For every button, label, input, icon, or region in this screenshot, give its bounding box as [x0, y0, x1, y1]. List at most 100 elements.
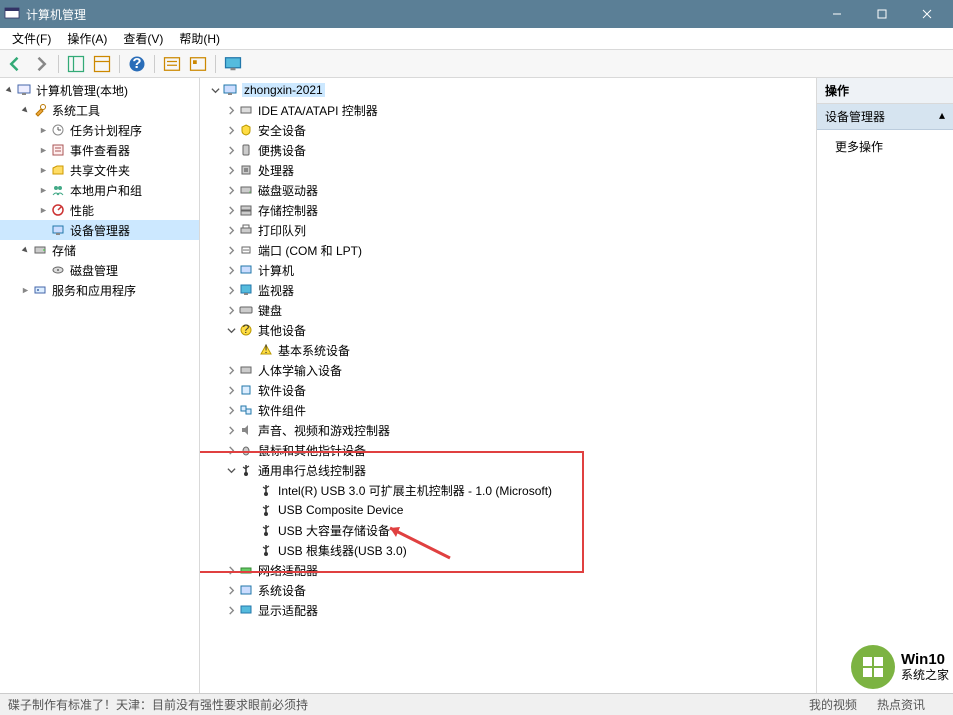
- device-disk-drives[interactable]: 磁盘驱动器: [200, 180, 816, 200]
- watermark-logo: [851, 645, 895, 689]
- tree-storage[interactable]: 存储: [0, 240, 199, 260]
- device-mice[interactable]: 鼠标和其他指针设备: [200, 440, 816, 460]
- expand-icon[interactable]: [36, 163, 50, 177]
- tree-task-scheduler[interactable]: 任务计划程序: [0, 120, 199, 140]
- expand-icon[interactable]: [224, 563, 238, 577]
- expand-icon[interactable]: [224, 243, 238, 257]
- help-button[interactable]: ?: [126, 53, 148, 75]
- device-basic-sys[interactable]: !基本系统设备: [200, 340, 816, 360]
- toolbar-sep: [154, 55, 155, 73]
- expand-icon[interactable]: [2, 83, 16, 97]
- device-display[interactable]: 显示适配器: [200, 600, 816, 620]
- device-network[interactable]: 网络适配器: [200, 560, 816, 580]
- security-icon: [238, 122, 254, 138]
- section-collapse-icon[interactable]: ▴: [939, 108, 945, 125]
- view-button-1[interactable]: [161, 53, 183, 75]
- tree-event-viewer[interactable]: 事件查看器: [0, 140, 199, 160]
- device-software-comp[interactable]: 软件组件: [200, 400, 816, 420]
- device-other[interactable]: ?其他设备: [200, 320, 816, 340]
- device-storage-ctrl[interactable]: 存储控制器: [200, 200, 816, 220]
- expand-icon[interactable]: [224, 403, 238, 417]
- device-usb-intel[interactable]: Intel(R) USB 3.0 可扩展主机控制器 - 1.0 (Microso…: [200, 480, 816, 500]
- watermark-line1: Win10: [901, 652, 949, 669]
- device-hid[interactable]: 人体学输入设备: [200, 360, 816, 380]
- maximize-button[interactable]: [859, 0, 904, 28]
- tree-local-users[interactable]: 本地用户和组: [0, 180, 199, 200]
- expand-icon[interactable]: [224, 103, 238, 117]
- collapse-icon[interactable]: [224, 463, 238, 477]
- tree-performance[interactable]: 性能: [0, 200, 199, 220]
- device-computers[interactable]: 计算机: [200, 260, 816, 280]
- tree-root[interactable]: 计算机管理(本地): [0, 80, 199, 100]
- device-system[interactable]: 系统设备: [200, 580, 816, 600]
- device-usb-root-hub[interactable]: USB 根集线器(USB 3.0): [200, 540, 816, 560]
- device-usb-composite[interactable]: USB Composite Device: [200, 500, 816, 520]
- device-ports[interactable]: 端口 (COM 和 LPT): [200, 240, 816, 260]
- expand-icon[interactable]: [224, 303, 238, 317]
- device-security[interactable]: 安全设备: [200, 120, 816, 140]
- device-keyboards[interactable]: 键盘: [200, 300, 816, 320]
- monitor-button[interactable]: [222, 53, 244, 75]
- actions-pane: 操作 设备管理器 ▴ 更多操作: [817, 78, 953, 693]
- collapse-icon[interactable]: [208, 83, 222, 97]
- collapse-icon[interactable]: [224, 323, 238, 337]
- menu-action[interactable]: 操作(A): [59, 28, 115, 49]
- view-button-2[interactable]: [187, 53, 209, 75]
- expand-icon[interactable]: [36, 143, 50, 157]
- minimize-button[interactable]: [814, 0, 859, 28]
- show-hide-button[interactable]: [65, 53, 87, 75]
- device-print-queue[interactable]: 打印队列: [200, 220, 816, 240]
- tree-disk-mgmt[interactable]: 磁盘管理: [0, 260, 199, 280]
- tree-system-tools[interactable]: 系统工具: [0, 100, 199, 120]
- expand-icon[interactable]: [36, 123, 50, 137]
- device-software[interactable]: 软件设备: [200, 380, 816, 400]
- svg-text:?: ?: [132, 54, 141, 71]
- expand-icon[interactable]: [224, 123, 238, 137]
- tree-device-manager[interactable]: 设备管理器: [0, 220, 199, 240]
- menu-help[interactable]: 帮助(H): [171, 28, 228, 49]
- expand-icon[interactable]: [224, 143, 238, 157]
- expand-icon[interactable]: [224, 383, 238, 397]
- expand-icon[interactable]: [36, 183, 50, 197]
- expand-icon[interactable]: [18, 283, 32, 297]
- expand-icon[interactable]: [224, 183, 238, 197]
- expand-placeholder: [36, 263, 50, 277]
- expand-icon[interactable]: [224, 283, 238, 297]
- expand-icon[interactable]: [224, 223, 238, 237]
- expand-icon[interactable]: [36, 203, 50, 217]
- toolbar-sep: [215, 55, 216, 73]
- expand-icon[interactable]: [18, 103, 32, 117]
- device-tree[interactable]: zhongxin-2021 IDE ATA/ATAPI 控制器 安全设备 便携设…: [200, 78, 817, 693]
- expand-icon[interactable]: [224, 423, 238, 437]
- device-usb-mass-storage[interactable]: USB 大容量存储设备: [200, 520, 816, 540]
- expand-icon[interactable]: [224, 263, 238, 277]
- expand-icon[interactable]: [18, 243, 32, 257]
- menu-view[interactable]: 查看(V): [115, 28, 171, 49]
- properties-button[interactable]: [91, 53, 113, 75]
- actions-section-device-mgr[interactable]: 设备管理器 ▴: [817, 104, 953, 130]
- tree-shared-folders[interactable]: 共享文件夹: [0, 160, 199, 180]
- expand-icon[interactable]: [224, 163, 238, 177]
- actions-more[interactable]: 更多操作: [817, 130, 953, 163]
- hid-icon: [238, 362, 254, 378]
- expand-icon[interactable]: [224, 443, 238, 457]
- close-button[interactable]: [904, 0, 949, 28]
- device-computer-root[interactable]: zhongxin-2021: [200, 80, 816, 100]
- device-usb-ctrl[interactable]: 通用串行总线控制器: [200, 460, 816, 480]
- tree-services-apps[interactable]: 服务和应用程序: [0, 280, 199, 300]
- device-ide[interactable]: IDE ATA/ATAPI 控制器: [200, 100, 816, 120]
- port-icon: [238, 242, 254, 258]
- forward-button[interactable]: [30, 53, 52, 75]
- device-portable[interactable]: 便携设备: [200, 140, 816, 160]
- device-audio[interactable]: 声音、视频和游戏控制器: [200, 420, 816, 440]
- device-processor[interactable]: 处理器: [200, 160, 816, 180]
- usb-icon: [258, 502, 274, 518]
- back-button[interactable]: [4, 53, 26, 75]
- device-monitors[interactable]: 监视器: [200, 280, 816, 300]
- expand-icon[interactable]: [224, 203, 238, 217]
- expand-icon[interactable]: [224, 583, 238, 597]
- expand-icon[interactable]: [224, 363, 238, 377]
- menu-file[interactable]: 文件(F): [4, 28, 59, 49]
- expand-icon[interactable]: [224, 603, 238, 617]
- left-navigation-tree[interactable]: 计算机管理(本地) 系统工具 任务计划程序 事件查看器 共享文件夹 本地用户和组: [0, 78, 200, 693]
